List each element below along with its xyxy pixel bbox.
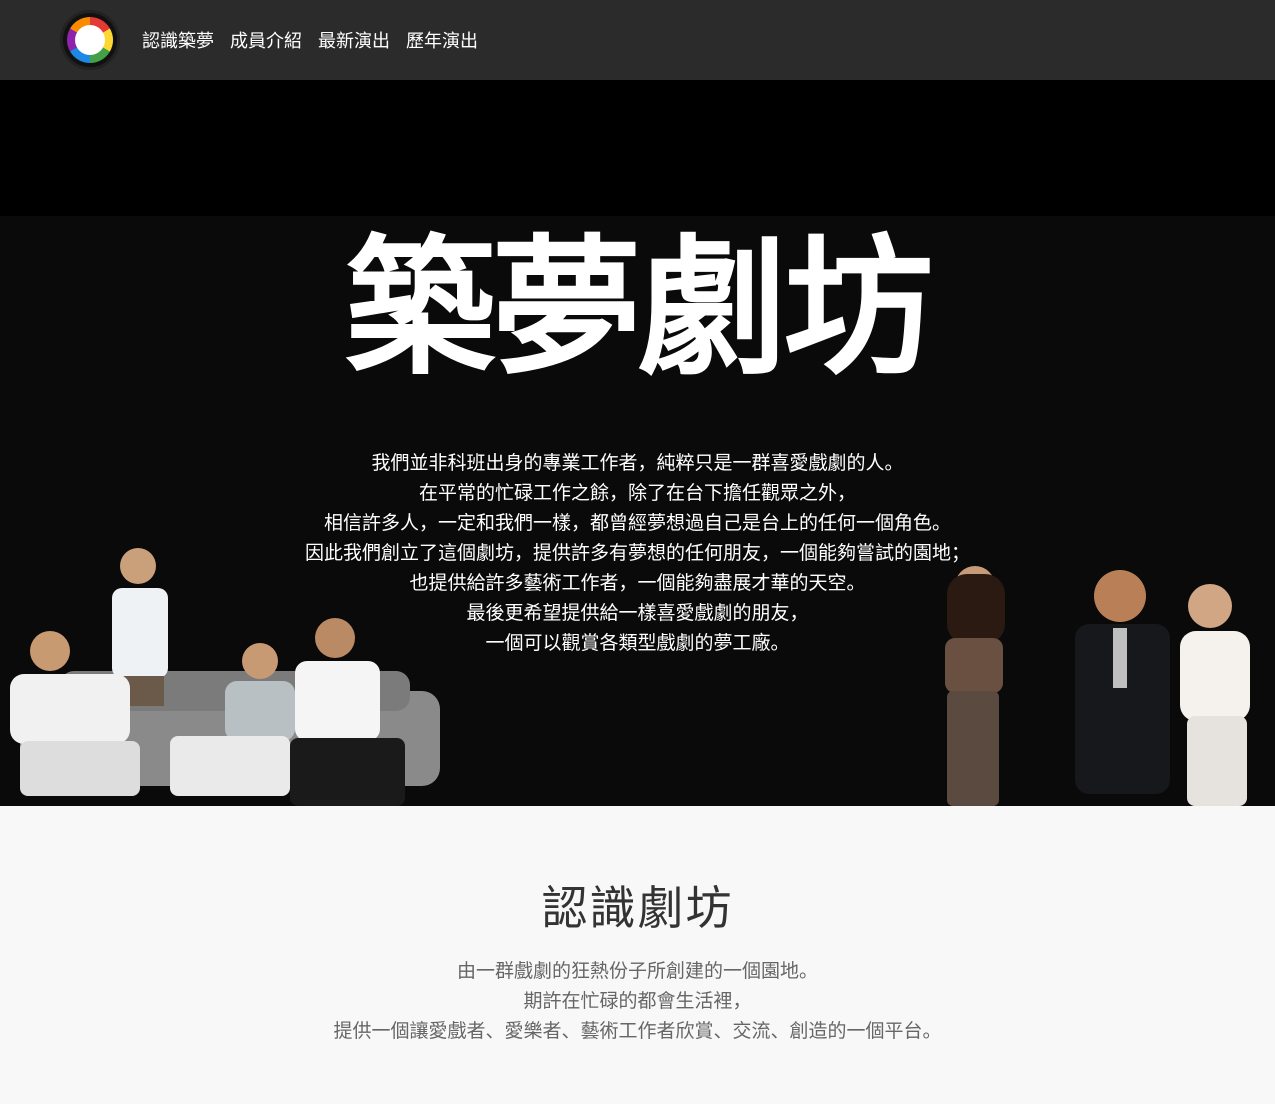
nav-item-latest[interactable]: 最新演出	[318, 27, 390, 53]
about-line: 由一群戲劇的狂熱份子所創建的一個園地。	[456, 960, 818, 982]
logo-ring-icon	[67, 17, 113, 63]
hero-line: 在平常的忙碌工作之餘，除了在台下擔任觀眾之外，	[418, 482, 856, 504]
brand-logo[interactable]	[60, 10, 120, 70]
logo-core-icon	[75, 25, 105, 55]
about-line: 期許在忙碌的都會生活裡，	[523, 990, 752, 1012]
about-section: 認識劇坊 由一群戲劇的狂熱份子所創建的一個園地。 期許在忙碌的都會生活裡， 提供…	[0, 806, 1275, 1104]
hero-line: 我們並非科班出身的專業工作者，純粹只是一群喜愛戲劇的人。	[371, 452, 904, 474]
about-title: 認識劇坊	[541, 881, 734, 935]
cast-photo-left	[10, 548, 440, 806]
hero-section: 築夢劇坊 我們並非科班出身的專業工作者，純粹只是一群喜愛戲劇的人。 在平常的忙碌…	[0, 216, 1275, 806]
top-navbar: 認識築夢 成員介紹 最新演出 歷年演出	[0, 0, 1275, 80]
nav-links: 認識築夢 成員介紹 最新演出 歷年演出	[142, 0, 478, 80]
hero-title: 築夢劇坊	[345, 222, 933, 396]
nav-item-members[interactable]: 成員介紹	[230, 27, 302, 53]
about-description: 由一群戲劇的狂熱份子所創建的一個園地。 期許在忙碌的都會生活裡， 提供一個讓愛戲…	[0, 956, 1275, 1046]
nav-item-about[interactable]: 認識築夢	[142, 27, 214, 53]
cast-photo-right	[945, 566, 1250, 806]
about-line: 提供一個讓愛戲者、愛樂者、藝術工作者欣賞、交流、創造的一個平台。	[333, 1020, 942, 1042]
nav-item-history[interactable]: 歷年演出	[406, 27, 478, 53]
hero-top-band	[0, 80, 1275, 216]
